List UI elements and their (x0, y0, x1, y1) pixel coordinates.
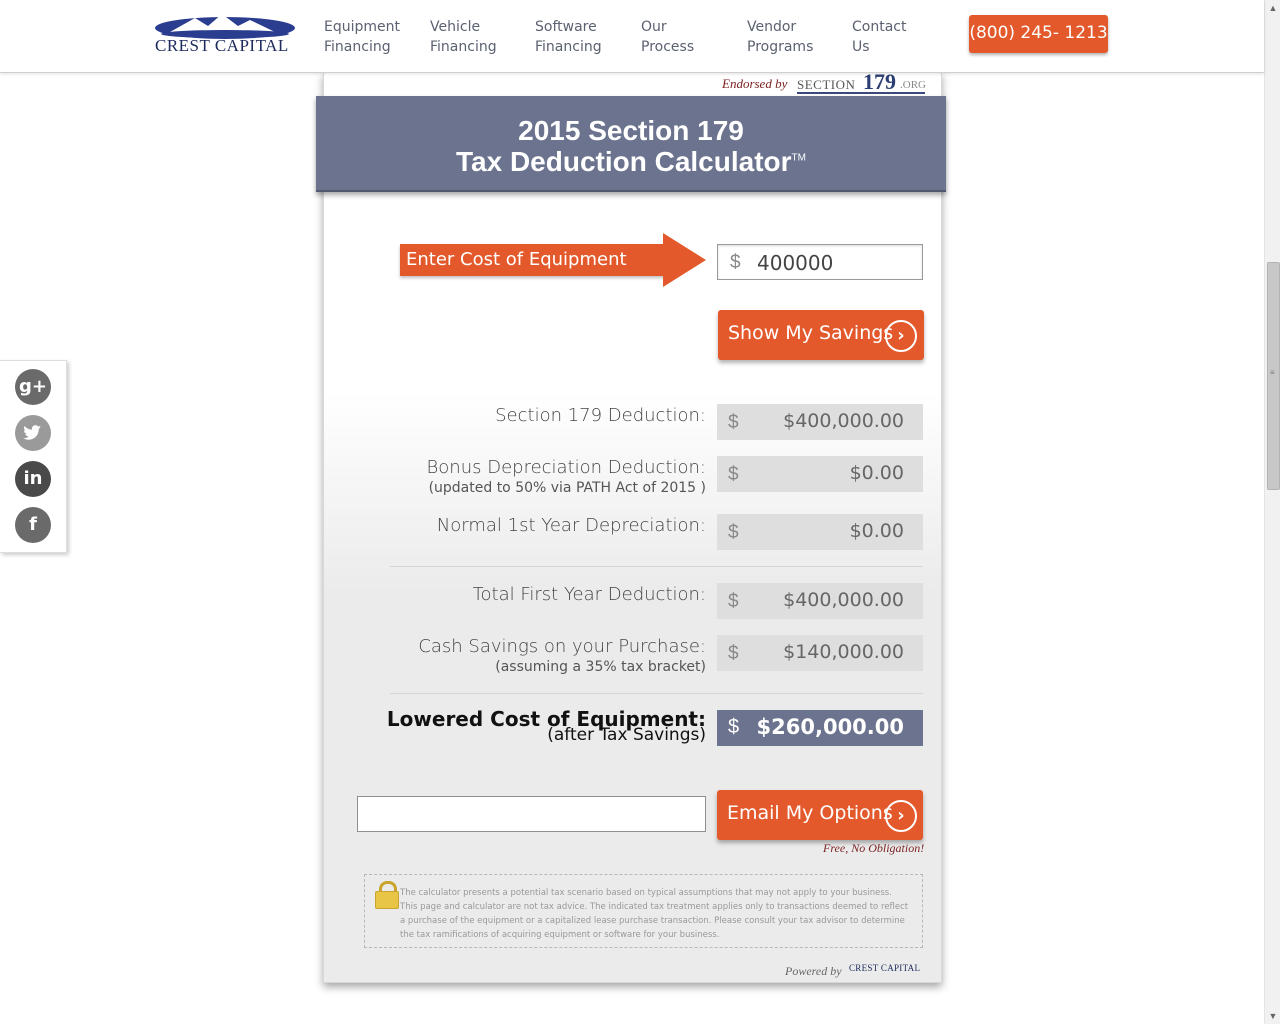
nav-label: Contact (852, 19, 907, 35)
lock-body (375, 891, 399, 909)
nav-label: Us (852, 39, 870, 55)
email-my-options-button[interactable]: Email My Options › (717, 790, 923, 840)
nav-label: Equipment (324, 19, 400, 35)
calculator-title-bar: 2015 Section 179 Tax Deduction Calculato… (316, 96, 946, 192)
powered-by-label: Powered by (785, 964, 842, 978)
dollar-sign: $ (728, 412, 739, 433)
nav-label: Vehicle (430, 19, 481, 35)
button-label: Email My Options (727, 802, 893, 824)
nav-label: Vendor (747, 19, 797, 35)
crest-capital-logo[interactable]: CREST CAPITAL (150, 12, 300, 56)
equipment-cost-input[interactable]: $ 400000 (717, 244, 923, 280)
arrow-right-icon (663, 233, 706, 287)
google-plus-icon[interactable]: g+ (15, 369, 51, 405)
result-value: $140,000.00 (783, 641, 904, 663)
social-share-bar: g+ in f (0, 360, 67, 553)
nav-label: Software (535, 19, 597, 35)
normal-depreciation-label: Normal 1st Year Depreciation: (436, 515, 706, 536)
lowered-cost-value: $260,000.00 (756, 715, 904, 739)
trademark-mark: TM (791, 152, 806, 164)
show-my-savings-button[interactable]: Show My Savings › (718, 310, 924, 360)
calculator-title: 2015 Section 179 (518, 115, 744, 146)
site-header: CREST CAPITAL Equipment Financing Vehicl… (0, 0, 1264, 73)
divider (390, 693, 923, 694)
scroll-up-arrow-icon[interactable]: ▲ (1265, 0, 1280, 16)
nav-contact-us[interactable]: Contact Us (852, 17, 906, 57)
cash-savings-label: Cash Savings on your Purchase: (418, 636, 706, 657)
calculator-subtitle: Tax Deduction CalculatorTM (316, 146, 946, 178)
divider (390, 566, 923, 567)
grip-icon: ≡ (1270, 368, 1275, 377)
enter-cost-callout: Enter Cost of Equipment Here (400, 244, 665, 301)
nav-vendor-programs[interactable]: Vendor Programs (747, 17, 813, 57)
vertical-scrollbar[interactable]: ▲ ≡ ▼ (1264, 0, 1280, 1024)
free-no-obligation-text: Free, No Obligation! (823, 841, 925, 855)
dollar-sign: $ (728, 591, 739, 612)
dollar-sign: $ (728, 716, 740, 738)
dollar-sign: $ (728, 464, 739, 485)
nav-vehicle-financing[interactable]: Vehicle Financing (430, 17, 497, 57)
dollar-sign: $ (728, 643, 739, 664)
email-field[interactable] (357, 796, 706, 832)
logo-prefix: SECTION (797, 77, 856, 92)
logo-suffix: .ORG (900, 79, 926, 91)
dollar-sign: $ (728, 522, 739, 543)
total-deduction-field: $ $400,000.00 (717, 583, 923, 619)
result-value: $400,000.00 (783, 589, 904, 611)
section179-org-logo[interactable]: SECTION 179 .ORG (797, 69, 926, 94)
twitter-bird-icon (23, 425, 41, 440)
lowered-cost-note: (after Tax Savings) (547, 725, 706, 745)
chevron-right-icon: › (885, 800, 917, 832)
nav-our-process[interactable]: Our Process (641, 17, 694, 57)
nav-label: Process (641, 39, 695, 55)
disclaimer-box: The calculator presents a potential tax … (364, 874, 923, 948)
chevron-right-icon: › (885, 320, 917, 352)
nav-equipment-financing[interactable]: Equipment Financing (324, 17, 400, 57)
bonus-depreciation-label: Bonus Depreciation Deduction: (426, 457, 707, 478)
endorsed-by-label: Endorsed by (722, 76, 788, 91)
section179-deduction-label: Section 179 Deduction: (495, 405, 706, 426)
powered-by-logo[interactable]: CREST CAPITAL (849, 963, 920, 973)
cash-savings-field: $ $140,000.00 (717, 635, 923, 671)
scroll-thumb[interactable]: ≡ (1267, 262, 1280, 490)
phone-button[interactable]: (800) 245- 1213 (969, 15, 1108, 53)
normal-depreciation-field: $ $0.00 (717, 514, 923, 550)
cost-value[interactable]: 400000 (757, 251, 833, 275)
facebook-icon[interactable]: f (15, 507, 51, 543)
scroll-down-arrow-icon[interactable]: ▼ (1265, 1008, 1280, 1024)
nav-label: Financing (430, 39, 497, 55)
total-deduction-label: Total First Year Deduction: (472, 584, 706, 605)
bonus-depreciation-note: (updated to 50% via PATH Act of 2015 ) (428, 480, 706, 496)
dollar-sign: $ (730, 252, 741, 273)
nav-label: Financing (324, 39, 391, 55)
twitter-icon[interactable] (15, 415, 51, 451)
linkedin-icon[interactable]: in (15, 461, 51, 497)
logo-text: CREST CAPITAL (155, 36, 289, 55)
nav-label: Financing (535, 39, 602, 55)
button-label: Show My Savings (728, 322, 894, 344)
disclaimer-text: The calculator presents a potential tax … (400, 888, 909, 940)
lowered-cost-field: $ $260,000.00 (717, 710, 923, 746)
result-value: $0.00 (849, 520, 904, 542)
nav-label: Programs (747, 39, 814, 55)
result-value: $0.00 (849, 462, 904, 484)
result-value: $400,000.00 (783, 410, 904, 432)
section179-deduction-field: $ $400,000.00 (717, 404, 923, 440)
subtitle-text: Tax Deduction Calculator (456, 146, 792, 177)
nav-label: Our (641, 19, 667, 35)
nav-software-financing[interactable]: Software Financing (535, 17, 602, 57)
bonus-depreciation-field: $ $0.00 (717, 456, 923, 492)
tax-bracket-note: (assuming a 35% tax bracket) (495, 659, 706, 675)
